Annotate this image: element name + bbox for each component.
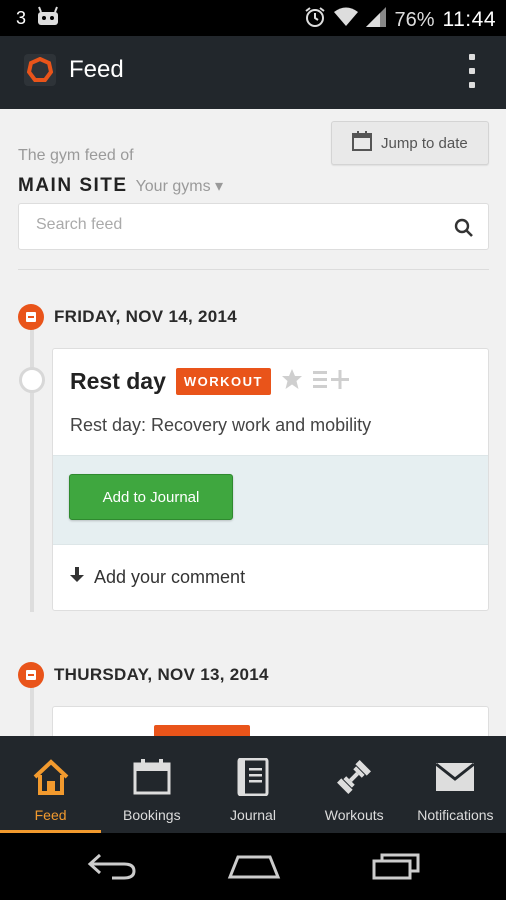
gym-selector-row: MAIN SITE Your gyms ▾ <box>18 175 223 197</box>
dumbbell-icon <box>334 756 374 798</box>
android-debug-icon <box>36 6 60 31</box>
jump-to-date-label: Jump to date <box>381 134 468 152</box>
journal-icon <box>237 756 269 798</box>
add-comment-label: Add your comment <box>94 567 246 587</box>
timeline-dot <box>19 367 45 393</box>
tab-label: Bookings <box>123 807 181 823</box>
journal-action-area: Add to Journal <box>53 455 488 545</box>
home-nav-icon[interactable] <box>226 851 282 886</box>
date-label: THURSDAY, NOV 13, 2014 <box>54 665 269 684</box>
date-header: FRIDAY, NOV 14, 2014 <box>18 304 237 330</box>
star-icon[interactable] <box>281 368 303 395</box>
clock: 11:44 <box>442 8 496 31</box>
gym-feed-caption: The gym feed of <box>18 147 134 164</box>
collapse-day-icon[interactable] <box>18 662 44 688</box>
gym-name: MAIN SITE <box>18 175 128 196</box>
tab-feed[interactable]: Feed <box>0 736 102 833</box>
app-title: Feed <box>69 56 124 83</box>
feed-content[interactable]: Jump to date The gym feed of MAIN SITE Y… <box>0 109 506 736</box>
date-label: FRIDAY, NOV 14, 2014 <box>54 307 238 326</box>
tab-workouts[interactable]: Workouts <box>304 736 405 833</box>
jump-to-date-button[interactable]: Jump to date <box>331 121 489 165</box>
tab-notifications[interactable]: Notifications <box>405 736 506 833</box>
tab-label: Journal <box>230 807 276 823</box>
workout-description: Rest day: Recovery work and mobility <box>70 415 372 435</box>
workout-card: Rest day WORKOUT Rest day: Recovery work… <box>52 348 489 611</box>
gym-logo-icon[interactable] <box>24 54 56 86</box>
app-bar: Feed <box>0 36 506 109</box>
system-nav-bar <box>0 833 506 900</box>
calendar-icon <box>133 756 171 798</box>
battery-percent: 76% <box>394 8 435 31</box>
date-header: THURSDAY, NOV 13, 2014 <box>18 662 269 688</box>
alarm-icon <box>304 6 326 34</box>
notification-count: 3 <box>16 8 27 28</box>
tab-journal[interactable]: Journal <box>202 736 303 833</box>
signal-icon <box>366 7 387 33</box>
divider <box>18 269 489 270</box>
workout-title[interactable]: Rest day <box>70 368 166 395</box>
wifi-icon <box>334 7 359 33</box>
tab-label: Workouts <box>324 807 384 823</box>
bottom-tab-bar: Feed Bookings Journal Workouts Notificat… <box>0 736 506 833</box>
home-icon <box>32 756 70 798</box>
add-to-list-icon[interactable] <box>312 368 351 395</box>
search-input[interactable] <box>36 216 436 234</box>
status-bar: 3 76% 11:44 <box>0 0 506 36</box>
add-to-journal-button[interactable]: Add to Journal <box>69 474 233 520</box>
collapse-day-icon[interactable] <box>18 304 44 330</box>
add-comment-link[interactable]: Add your comment <box>70 567 245 588</box>
more-vert-icon[interactable] <box>468 54 476 88</box>
workout-card <box>52 706 489 736</box>
back-icon[interactable] <box>86 851 138 886</box>
search-icon[interactable] <box>454 218 474 243</box>
tab-bookings[interactable]: Bookings <box>101 736 202 833</box>
calendar-icon <box>352 131 372 155</box>
timeline-line <box>30 687 34 736</box>
recents-icon[interactable] <box>370 851 422 886</box>
envelope-icon <box>435 756 476 798</box>
tab-label: Notifications <box>417 807 494 823</box>
search-box[interactable] <box>18 203 489 250</box>
workout-badge: WORKOUT <box>175 368 271 395</box>
your-gyms-dropdown[interactable]: Your gyms ▾ <box>136 176 223 196</box>
tab-label: Feed <box>34 807 67 823</box>
workout-badge <box>154 725 250 736</box>
arrow-down-icon <box>70 567 84 588</box>
